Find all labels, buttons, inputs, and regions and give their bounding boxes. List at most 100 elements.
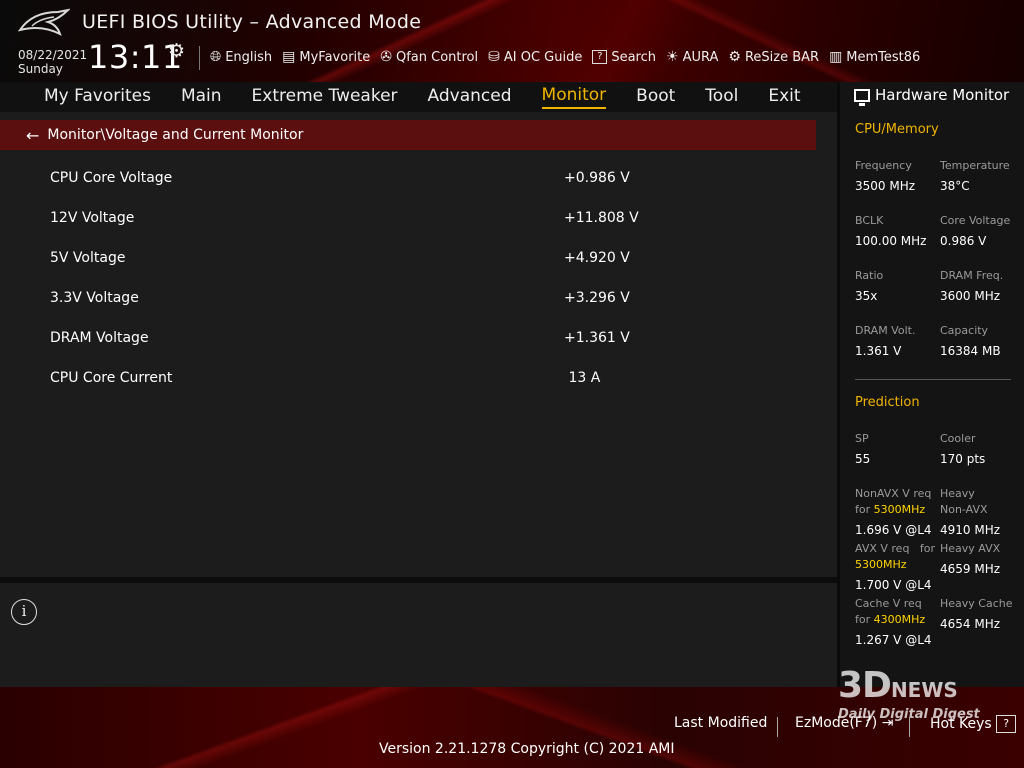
hw-divider bbox=[855, 379, 1011, 380]
language-label: English bbox=[225, 49, 273, 65]
favorite-list-icon: ▤ bbox=[282, 49, 296, 65]
hw-value: 16384 MB bbox=[940, 344, 1001, 358]
setting-label: DRAM Voltage bbox=[50, 330, 149, 346]
tab-advanced[interactable]: Advanced bbox=[428, 86, 512, 108]
main-menu-bar: My Favorites Main Extreme Tweaker Advanc… bbox=[0, 82, 837, 112]
info-icon: i bbox=[11, 599, 37, 625]
search-button[interactable]: ? Search bbox=[592, 50, 656, 65]
language-button[interactable]: 🌐︎ English bbox=[210, 49, 272, 65]
settings-panel: ← Monitor\Voltage and Current Monitor CP… bbox=[0, 112, 837, 577]
back-arrow-icon[interactable]: ← bbox=[26, 126, 39, 145]
hw-label: BCLK bbox=[855, 214, 884, 227]
setting-value: +1.361 V bbox=[564, 330, 630, 346]
hw-label: DRAM Volt. bbox=[855, 324, 916, 337]
hw-label-line2: for 5300MHz bbox=[855, 503, 925, 516]
tab-my-favorites[interactable]: My Favorites bbox=[44, 86, 151, 108]
setting-value: +0.986 V bbox=[564, 170, 630, 186]
hw-label-for: for bbox=[855, 503, 871, 516]
resize-bar-button[interactable]: ⚙ ReSize BAR bbox=[728, 49, 819, 65]
hw-value: 38°C bbox=[940, 179, 970, 193]
title-bar: UEFI BIOS Utility – Advanced Mode 08/22/… bbox=[0, 0, 1024, 82]
hw-value: 4654 MHz bbox=[940, 617, 1001, 631]
aura-label: AURA bbox=[682, 49, 719, 65]
memtest-label: MemTest86 bbox=[846, 49, 921, 65]
tab-monitor[interactable]: Monitor bbox=[541, 85, 607, 109]
hw-value: 3600 MHz bbox=[940, 289, 1001, 303]
hw-label: Frequency bbox=[855, 159, 912, 172]
resize-bar-label: ReSize BAR bbox=[744, 49, 820, 65]
hw-value: 1.267 V @L4 bbox=[855, 633, 932, 647]
date-display[interactable]: 08/22/2021 Sunday bbox=[18, 48, 87, 76]
hw-value: 4910 MHz bbox=[940, 523, 1001, 537]
hw-freq: 5300MHz bbox=[873, 503, 926, 516]
hardware-monitor-panel: Hardware Monitor CPU/Memory Frequency 35… bbox=[837, 82, 1024, 687]
hw-label: Core Voltage bbox=[940, 214, 1011, 227]
version-text: Version 2.21.1278 Copyright (C) 2021 AMI bbox=[379, 741, 675, 757]
last-modified-button[interactable]: Last Modified bbox=[674, 715, 767, 731]
hw-value: 35x bbox=[855, 289, 878, 303]
setting-row[interactable]: CPU Core Current 13 A bbox=[0, 360, 816, 400]
hw-label: Heavy Cache bbox=[940, 597, 1013, 610]
setting-label: 5V Voltage bbox=[50, 250, 126, 266]
hw-label: Heavy AVX bbox=[940, 542, 1001, 555]
aura-light-icon: ☀ bbox=[666, 49, 679, 65]
watermark-logo: 3DNEWS Daily Digital Digest bbox=[838, 668, 980, 722]
qfan-control-button[interactable]: ✇ Qfan Control bbox=[380, 49, 478, 65]
setting-row[interactable]: 3.3V Voltage +3.296 V bbox=[0, 280, 816, 320]
tab-boot[interactable]: Boot bbox=[636, 86, 675, 108]
setting-value: +11.808 V bbox=[564, 210, 639, 226]
breadcrumb-path: Monitor\Voltage and Current Monitor bbox=[47, 127, 304, 143]
ai-oc-icon: ⛁ bbox=[488, 49, 500, 65]
hw-label: Ratio bbox=[855, 269, 884, 282]
hw-label: DRAM Freq. bbox=[940, 269, 1004, 282]
tab-exit[interactable]: Exit bbox=[768, 86, 800, 108]
memtest-button[interactable]: ▥ MemTest86 bbox=[829, 49, 920, 65]
ai-oc-guide-button[interactable]: ⛁ AI OC Guide bbox=[488, 49, 582, 65]
hardware-monitor-title: Hardware Monitor bbox=[854, 86, 1010, 106]
date-text: 08/22/2021 bbox=[18, 48, 88, 62]
hw-label: Cache V req bbox=[855, 597, 922, 610]
hw-value: 3500 MHz bbox=[855, 179, 916, 193]
watermark-tagline: Daily Digital Digest bbox=[838, 707, 980, 722]
cpu-memory-section-title: CPU/Memory bbox=[855, 122, 939, 137]
hw-label: Temperature bbox=[940, 159, 1010, 172]
setting-row[interactable]: 12V Voltage +11.808 V bbox=[0, 200, 816, 240]
setting-row[interactable]: 5V Voltage +4.920 V bbox=[0, 240, 816, 280]
hw-value: 1.361 V bbox=[855, 344, 902, 358]
globe-icon: 🌐︎ bbox=[210, 49, 222, 65]
hw-label-line2: for 4300MHz bbox=[855, 613, 925, 626]
toolbar-divider bbox=[199, 46, 200, 70]
help-panel: i bbox=[0, 583, 837, 687]
hw-freq: 5300MHz bbox=[855, 558, 907, 571]
watermark-news: NEWS bbox=[890, 678, 958, 702]
hw-label: AVX V req bbox=[855, 542, 910, 555]
hw-label: Cooler bbox=[940, 432, 976, 445]
hardware-monitor-label: Hardware Monitor bbox=[875, 86, 1010, 104]
search-label: Search bbox=[611, 49, 657, 65]
setting-row[interactable]: DRAM Voltage +1.361 V bbox=[0, 320, 816, 360]
hw-label: Non-AVX bbox=[940, 503, 988, 516]
hw-freq: 4300MHz bbox=[873, 613, 926, 626]
setting-label: CPU Core Current bbox=[50, 370, 173, 386]
tab-main[interactable]: Main bbox=[181, 86, 222, 108]
fan-icon: ✇ bbox=[380, 49, 392, 65]
breadcrumb[interactable]: ← Monitor\Voltage and Current Monitor bbox=[0, 120, 816, 150]
hw-value: 1.700 V @L4 bbox=[855, 578, 932, 592]
tab-tool[interactable]: Tool bbox=[705, 86, 738, 108]
hw-value: 170 pts bbox=[940, 452, 986, 466]
gear-icon[interactable]: ⚙ bbox=[168, 40, 185, 62]
setting-value: 13 A bbox=[564, 370, 601, 386]
footer-divider bbox=[777, 717, 778, 737]
setting-label: 12V Voltage bbox=[50, 210, 135, 226]
hw-value: 0.986 V bbox=[940, 234, 987, 248]
hw-label: NonAVX V req bbox=[855, 487, 932, 500]
tab-extreme-tweaker[interactable]: Extreme Tweaker bbox=[252, 86, 398, 108]
hw-label-line1: AVX V req for bbox=[855, 542, 935, 555]
setting-value: +3.296 V bbox=[564, 290, 630, 306]
hw-label: SP bbox=[855, 432, 869, 445]
hw-value: 55 bbox=[855, 452, 871, 466]
day-text: Sunday bbox=[18, 62, 63, 76]
setting-row[interactable]: CPU Core Voltage +0.986 V bbox=[0, 160, 816, 200]
aura-button[interactable]: ☀ AURA bbox=[666, 49, 718, 65]
myfavorite-button[interactable]: ▤ MyFavorite bbox=[282, 49, 370, 65]
